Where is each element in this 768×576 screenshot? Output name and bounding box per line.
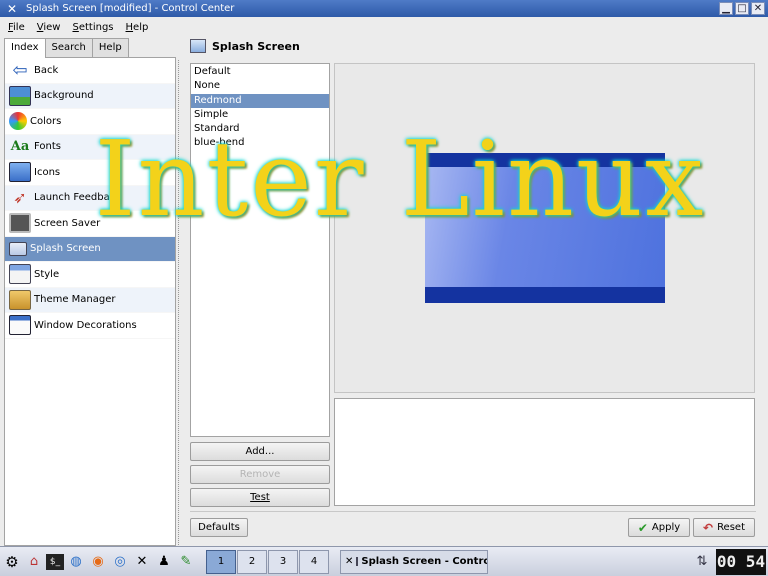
checkmark-icon: ✔ bbox=[637, 520, 648, 535]
task-label: Splash Screen - Control Center bbox=[361, 556, 487, 567]
list-item[interactable]: Default bbox=[191, 65, 329, 79]
edit-icon[interactable]: ✎ bbox=[176, 552, 196, 572]
splash-screen-icon bbox=[190, 39, 206, 53]
globe-icon[interactable]: ◎ bbox=[110, 552, 130, 572]
desktop-3[interactable]: 3 bbox=[268, 549, 298, 574]
window-title: Splash Screen [modified] - Control Cente… bbox=[26, 3, 235, 14]
defaults-button[interactable]: Defaults bbox=[190, 518, 248, 537]
list-item[interactable]: Standard bbox=[191, 122, 329, 136]
close-icon[interactable]: ✕ bbox=[751, 2, 765, 15]
window-titlebar: ✕ Splash Screen [modified] - Control Cen… bbox=[0, 0, 768, 17]
sidebar-item-window-decorations[interactable]: Window Decorations bbox=[5, 313, 175, 339]
menu-view[interactable]: View bbox=[37, 22, 61, 33]
screen-saver-icon bbox=[9, 213, 31, 234]
desktop-pager: 1 2 3 4 bbox=[206, 549, 330, 574]
sidebar-item-launch-feedback[interactable]: ➶ Launch Feedback bbox=[5, 185, 175, 211]
sidebar-item-label: Fonts bbox=[34, 141, 61, 153]
page-title: Splash Screen bbox=[212, 39, 300, 53]
minimize-icon[interactable]: ▁ bbox=[719, 2, 733, 15]
fonts-icon: Aa bbox=[10, 139, 30, 155]
add-button[interactable]: Add... bbox=[190, 442, 330, 461]
colors-icon bbox=[9, 112, 27, 131]
desktop-2[interactable]: 2 bbox=[237, 549, 267, 574]
list-item[interactable]: None bbox=[191, 79, 329, 93]
menu-settings[interactable]: Settings bbox=[72, 22, 113, 33]
sidebar-item-colors[interactable]: Colors bbox=[5, 109, 175, 135]
list-item[interactable]: blue-bend bbox=[191, 136, 329, 150]
splash-preview-gradient bbox=[425, 167, 665, 287]
sidebar-item-label: Colors bbox=[30, 115, 62, 127]
tab-help[interactable]: Help bbox=[91, 38, 129, 57]
menu-file[interactable]: File bbox=[8, 22, 25, 33]
maximize-icon[interactable]: □ bbox=[735, 2, 749, 15]
reset-button-label: Reset bbox=[717, 522, 745, 533]
icons-icon bbox=[9, 162, 31, 183]
sidebar-item-back[interactable]: ⇦ Back bbox=[5, 58, 175, 84]
apply-button[interactable]: ✔ Apply bbox=[628, 518, 690, 537]
desktop-1[interactable]: 1 bbox=[206, 549, 236, 574]
home-icon[interactable]: ⌂ bbox=[24, 552, 44, 572]
background-icon bbox=[9, 85, 31, 106]
menubar: File View Settings Help bbox=[0, 17, 768, 37]
theme-description-box bbox=[334, 398, 755, 506]
list-item-selected[interactable]: Redmond bbox=[191, 93, 329, 108]
taskbar-task-control-center[interactable]: ✕ Splash Screen - Control Center bbox=[340, 549, 488, 574]
sidebar-item-fonts[interactable]: Aa Fonts bbox=[5, 134, 175, 160]
sidebar-tabs: Index Search Help bbox=[4, 38, 129, 58]
sidebar-item-label: Splash Screen bbox=[30, 243, 101, 255]
splash-preview-image bbox=[425, 153, 665, 303]
clock: 00 54 bbox=[716, 548, 766, 575]
reset-icon: ↶ bbox=[703, 520, 714, 535]
theme-manager-icon bbox=[9, 289, 31, 310]
sidebar-item-label: Icons bbox=[34, 166, 61, 178]
sidebar-item-label: Back bbox=[34, 64, 59, 76]
theme-list: Default None Redmond Simple Standard blu… bbox=[190, 63, 330, 437]
tools-icon[interactable]: ✕ bbox=[132, 552, 152, 572]
window-decorations-icon bbox=[9, 315, 31, 336]
sidebar-item-label: Theme Manager bbox=[34, 294, 116, 306]
back-arrow-icon: ⇦ bbox=[12, 59, 28, 81]
splash-screen-icon bbox=[9, 241, 27, 256]
tools-icon: ✕ bbox=[6, 1, 18, 16]
sidebar-item-label: Window Decorations bbox=[34, 319, 137, 331]
window-icon bbox=[356, 557, 359, 566]
reset-button[interactable]: ↶ Reset bbox=[693, 518, 755, 537]
tab-index[interactable]: Index bbox=[4, 38, 46, 58]
launch-feedback-icon: ➶ bbox=[13, 188, 27, 208]
network-icon[interactable]: ⇅ bbox=[692, 552, 712, 572]
sidebar-item-label: Screen Saver bbox=[34, 217, 101, 229]
tab-search[interactable]: Search bbox=[44, 38, 93, 57]
sidebar-item-background[interactable]: Background bbox=[5, 83, 175, 109]
sidebar-item-label: Launch Feedback bbox=[34, 192, 122, 204]
browser-icon[interactable]: ◍ bbox=[66, 552, 86, 572]
panel-splitter[interactable] bbox=[178, 60, 180, 545]
sidebar-item-theme-manager[interactable]: Theme Manager bbox=[5, 287, 175, 313]
sidebar-item-style[interactable]: Style bbox=[5, 262, 175, 288]
firefox-icon[interactable]: ◉ bbox=[88, 552, 108, 572]
style-icon bbox=[9, 264, 31, 285]
desktop-4[interactable]: 4 bbox=[299, 549, 329, 574]
sidebar-item-icons[interactable]: Icons bbox=[5, 160, 175, 186]
list-item[interactable]: Simple bbox=[191, 108, 329, 122]
menu-help[interactable]: Help bbox=[126, 22, 149, 33]
tools-icon: ✕ bbox=[345, 556, 354, 567]
defaults-button-label: Defaults bbox=[198, 522, 240, 533]
terminal-icon[interactable]: $_ bbox=[46, 553, 64, 570]
apply-button-label: Apply bbox=[651, 522, 681, 533]
kmenu-icon[interactable]: ⚙ bbox=[2, 552, 22, 572]
taskbar: ⚙ ⌂ $_ ◍ ◉ ◎ ✕ ♟ ✎ 1 2 3 4 ✕ Splash Scre… bbox=[0, 546, 768, 576]
penguin-icon[interactable]: ♟ bbox=[154, 552, 174, 572]
sidebar-index: ⇦ Back Background Colors Aa Fonts Icons … bbox=[4, 57, 176, 546]
sidebar-item-label: Background bbox=[34, 90, 94, 102]
sidebar-item-screen-saver[interactable]: Screen Saver bbox=[5, 211, 175, 237]
dialog-button-bar: Defaults ✔ Apply ↶ Reset bbox=[190, 511, 756, 539]
splash-preview bbox=[334, 63, 755, 393]
sidebar-item-splash-screen[interactable]: Splash Screen bbox=[5, 236, 175, 262]
sidebar-item-label: Style bbox=[34, 268, 60, 280]
test-button[interactable]: Test bbox=[190, 488, 330, 507]
section-header: Splash Screen bbox=[190, 39, 300, 53]
remove-button[interactable]: Remove bbox=[190, 465, 330, 484]
